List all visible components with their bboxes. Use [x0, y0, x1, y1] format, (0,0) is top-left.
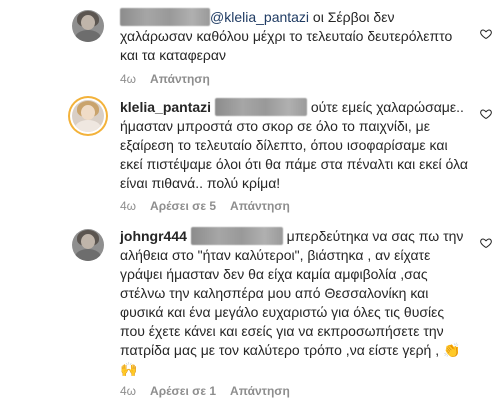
username-link[interactable]: johngr444 — [120, 228, 187, 244]
username-link[interactable]: klelia_pantazi — [120, 99, 211, 115]
comment-body: μπερδεύτηκα να σας πω την αλήθεια στο "ή… — [120, 228, 464, 358]
comment-text: klelia_pantazi ούτε εμείς χαλαρώσαμε.. ή… — [120, 98, 470, 193]
reply-button[interactable]: Απάντηση — [150, 72, 210, 86]
comment-text: @klelia_pantazi οι Σέρβοι δεν χαλάρωσαν … — [120, 8, 470, 65]
comment-meta: 4ω Αρέσει σε 5 Απάντηση — [120, 199, 304, 213]
blurred-username — [120, 8, 210, 26]
timestamp: 4ω — [120, 384, 137, 398]
comment-text: johngr444 μπερδεύτηκα να σας πω την αλήθ… — [120, 227, 470, 379]
reply-button[interactable]: Απάντηση — [230, 384, 290, 398]
likes-count[interactable]: Αρέσει σε 1 — [150, 384, 216, 398]
mention-link[interactable]: @klelia_pantazi — [210, 9, 309, 25]
reply-button[interactable]: Απάντηση — [230, 199, 290, 213]
likes-count[interactable]: Αρέσει σε 5 — [150, 199, 216, 213]
heart-outline-icon[interactable] — [480, 28, 492, 40]
avatar[interactable] — [72, 100, 104, 132]
avatar[interactable] — [72, 229, 104, 261]
heart-outline-icon[interactable] — [480, 237, 492, 249]
avatar[interactable] — [72, 10, 104, 42]
comment-meta: 4ω Απάντηση — [120, 72, 224, 86]
blurred-username — [190, 227, 283, 245]
timestamp: 4ω — [120, 72, 137, 86]
heart-outline-icon[interactable] — [480, 108, 492, 120]
timestamp: 4ω — [120, 199, 137, 213]
blurred-username — [214, 98, 307, 116]
comment-meta: 4ω Αρέσει σε 1 Απάντηση — [120, 384, 304, 398]
